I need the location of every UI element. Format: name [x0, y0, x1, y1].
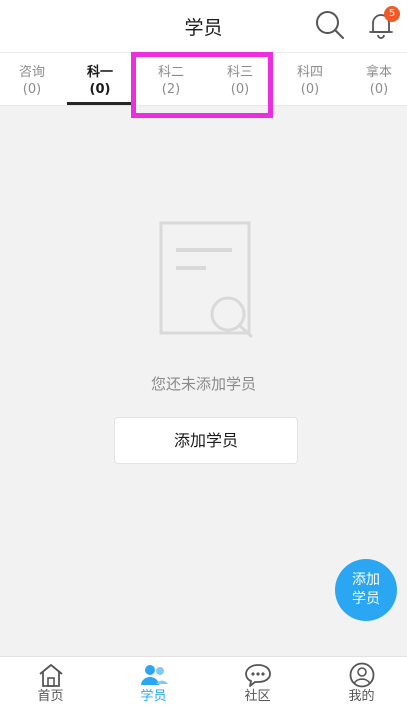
add-student-fab[interactable]: 添加 学员 — [335, 559, 397, 621]
bottom-nav: 首页 学员 社区 我的 — [0, 656, 407, 713]
students-icon — [140, 665, 168, 685]
fab-label-line2: 学员 — [352, 591, 380, 607]
home-icon — [38, 664, 63, 687]
tab-count: (0) — [230, 82, 250, 97]
nav-label: 首页 — [37, 689, 64, 704]
tab-count: (0) — [300, 82, 320, 97]
tab-label: 拿本 — [365, 65, 392, 80]
students-screen: 学员 5 咨询 (0) 科一 (0) 科二 (2) 科三 (0) 科四 (0) … — [0, 0, 407, 713]
tab-subject-three[interactable]: 科三 (0) — [206, 53, 274, 106]
search-button[interactable] — [314, 9, 346, 41]
tab-count: (0) — [89, 82, 111, 97]
add-student-button[interactable]: 添加学员 — [114, 417, 298, 464]
nav-label: 我的 — [348, 689, 375, 704]
tab-subject-two[interactable]: 科二 (2) — [137, 53, 205, 106]
nav-label: 社区 — [244, 689, 271, 704]
notification-badge: 5 — [384, 6, 400, 22]
app-header: 学员 5 — [0, 0, 407, 52]
tab-count: (0) — [22, 82, 42, 97]
tab-label: 咨询 — [18, 65, 45, 80]
nav-item-home[interactable]: 首页 — [0, 657, 101, 713]
nav-item-students[interactable]: 学员 — [103, 657, 204, 713]
tab-label: 科二 — [157, 65, 184, 80]
active-tab-indicator — [67, 102, 131, 105]
tab-subject-four[interactable]: 科四 (0) — [276, 53, 344, 106]
fab-label-line1: 添加 — [352, 572, 380, 588]
tab-label: 科四 — [296, 65, 323, 80]
empty-state-message: 您还未添加学员 — [150, 375, 256, 393]
tab-count: (2) — [161, 82, 181, 97]
tab-label: 科三 — [226, 65, 253, 80]
empty-document-search-icon — [158, 220, 254, 338]
chat-icon — [244, 664, 271, 687]
profile-icon — [349, 662, 374, 688]
tab-subject-one[interactable]: 科一 (0) — [66, 53, 134, 106]
tab-licensed[interactable]: 拿本 (0) — [345, 53, 407, 106]
status-tabs: 咨询 (0) 科一 (0) 科二 (2) 科三 (0) 科四 (0) 拿本 (0… — [0, 52, 407, 106]
search-icon — [316, 11, 344, 39]
tab-consult[interactable]: 咨询 (0) — [0, 53, 66, 106]
tab-count: (0) — [369, 82, 389, 97]
nav-item-profile[interactable]: 我的 — [311, 657, 407, 713]
tab-label: 科一 — [86, 65, 113, 80]
nav-item-community[interactable]: 社区 — [207, 657, 308, 713]
nav-label: 学员 — [140, 689, 167, 704]
